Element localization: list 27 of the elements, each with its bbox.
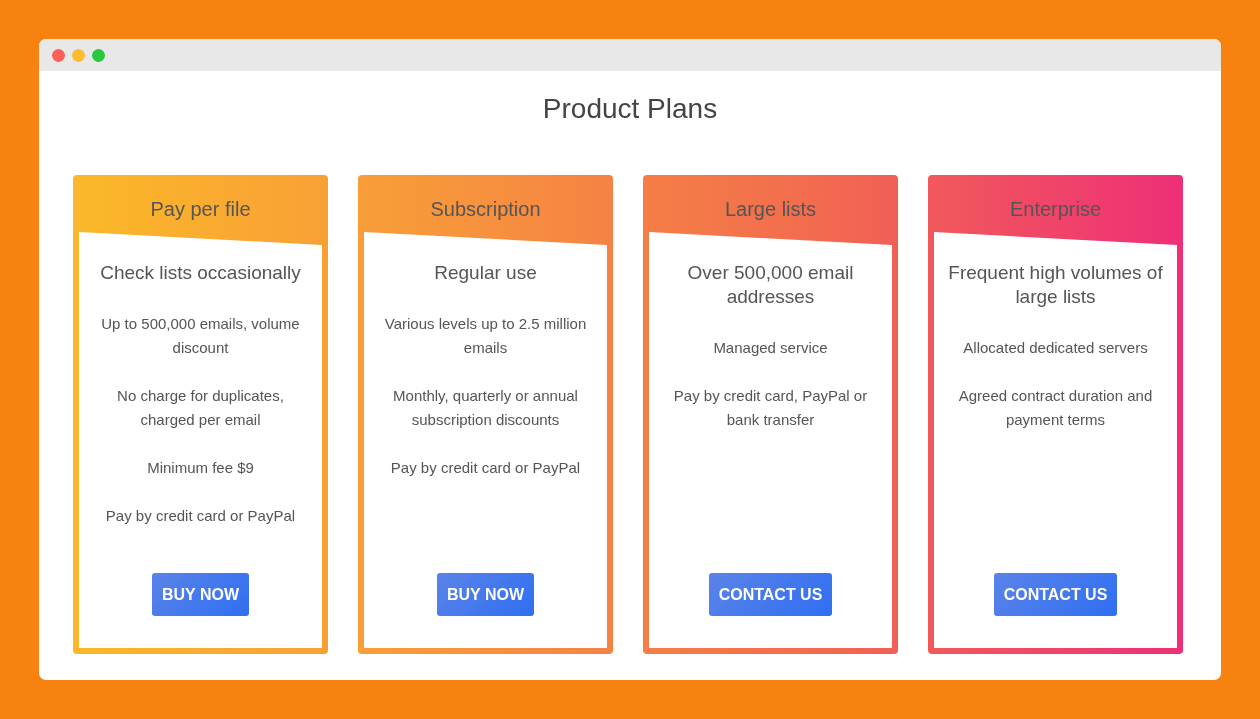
window-control-icon[interactable] [52, 48, 65, 62]
plan-button[interactable]: CONTACT US [993, 573, 1118, 616]
plan-tagline: Frequent high volumes of large lists [947, 261, 1164, 309]
plan-button[interactable]: BUY NOW [151, 573, 249, 616]
plan-feature: No charge for duplicates, charged per email [116, 386, 285, 430]
plan-tagline: Regular use [434, 261, 537, 285]
window-control-icon[interactable] [72, 48, 85, 62]
plan-feature: Minimum fee $9 [146, 458, 255, 478]
plan-feature: Monthly, quarterly or annual subscription discounts [392, 386, 579, 430]
plan-feature: Agreed contract duration and payment terms [957, 386, 1154, 430]
window-control-icon[interactable] [92, 48, 105, 62]
page-title: Product Plans [541, 92, 719, 126]
plan-name: Subscription [429, 197, 542, 222]
plan-feature: Pay by credit card, PayPal or bank transfer [672, 386, 869, 430]
plan-button[interactable]: CONTACT US [708, 573, 833, 616]
plan-feature: Managed service [712, 338, 829, 358]
plan-feature: Pay by credit card or PayPal [104, 506, 297, 526]
plan-name: Pay per file [149, 197, 252, 222]
plan-name: Large lists [723, 197, 818, 222]
plan-feature: Pay by credit card or PayPal [389, 458, 582, 478]
plan-feature: Up to 500,000 emails, volume discount [100, 314, 301, 358]
plan-tagline: Check lists occasionally [100, 261, 301, 285]
plan-button[interactable]: BUY NOW [436, 573, 534, 616]
plan-tagline: Over 500,000 email addresses [686, 261, 855, 309]
plan-feature: Various levels up to 2.5 million emails [383, 314, 588, 358]
plan-name: Enterprise [1008, 197, 1103, 222]
plan-feature: Allocated dedicated servers [962, 338, 1149, 358]
